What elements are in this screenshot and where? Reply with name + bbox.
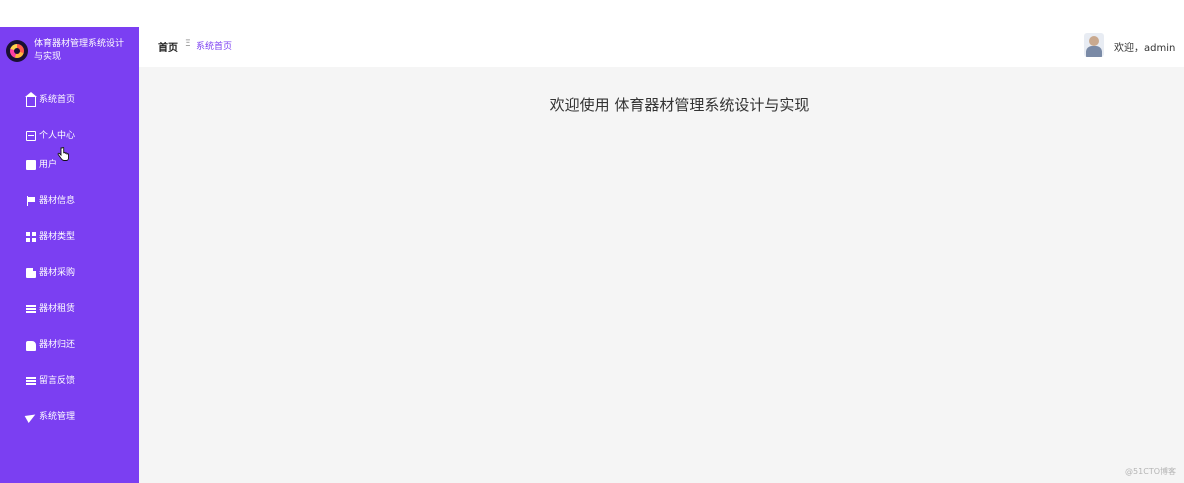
sidebar-item-label: 器材信息 bbox=[39, 196, 76, 206]
watermark: @51CTO博客 bbox=[1125, 467, 1176, 476]
breadcrumb-home[interactable]: 首页 bbox=[158, 39, 178, 54]
app-root: 体育器材管理系统设计与实现 系统首页 个人中心 用户 器材信息 器材类型 器材采… bbox=[0, 0, 1184, 483]
user-icon bbox=[26, 160, 36, 170]
breadcrumb-current[interactable]: 系统首页 bbox=[196, 39, 232, 52]
brand-title: 体育器材管理系统设计与实现 bbox=[34, 39, 125, 62]
sidebar-item-label: 器材归还 bbox=[39, 340, 76, 350]
page-title: 欢迎使用 体育器材管理系统设计与实现 bbox=[549, 96, 810, 114]
home-icon bbox=[25, 92, 37, 107]
sidebar-item-equipment-type[interactable]: 器材类型 bbox=[26, 228, 75, 246]
breadcrumb-separator: Ξ bbox=[185, 39, 191, 49]
sidebar-item-equipment-rental[interactable]: 器材租赁 bbox=[26, 300, 75, 318]
sidebar-item-system-admin[interactable]: 系统管理 bbox=[26, 408, 75, 426]
sidebar-item-label: 个人中心 bbox=[39, 131, 76, 141]
sidebar-item-equipment-purchase[interactable]: 器材采购 bbox=[26, 264, 75, 282]
thumbs-up-icon bbox=[26, 341, 36, 351]
sidebar-item-feedback[interactable]: 留言反馈 bbox=[26, 372, 75, 390]
sidebar-item-home[interactable]: 系统首页 bbox=[25, 91, 76, 109]
sidebar: 体育器材管理系统设计与实现 系统首页 个人中心 用户 器材信息 器材类型 器材采… bbox=[0, 27, 139, 483]
sidebar-item-label: 器材采购 bbox=[39, 268, 76, 278]
sidebar-item-label: 系统管理 bbox=[39, 412, 76, 422]
list-icon bbox=[26, 376, 36, 386]
sidebar-item-label: 用户 bbox=[39, 160, 58, 170]
sidebar-item-label: 留言反馈 bbox=[39, 376, 76, 386]
sidebar-item-equipment-info[interactable]: 器材信息 bbox=[26, 192, 75, 210]
shopping-bag-icon bbox=[26, 268, 36, 278]
sidebar-item-label: 器材租赁 bbox=[39, 304, 76, 314]
grid-icon bbox=[26, 232, 36, 242]
sidebar-item-label: 系统首页 bbox=[39, 95, 76, 105]
sidebar-item-equipment-return[interactable]: 器材归还 bbox=[26, 336, 75, 354]
id-card-icon bbox=[26, 131, 36, 141]
sidebar-item-profile[interactable]: 个人中心 bbox=[26, 127, 75, 145]
main-content: 欢迎使用 体育器材管理系统设计与实现 @51CTO博客 bbox=[139, 67, 1184, 483]
flag-icon bbox=[26, 196, 36, 206]
list-icon bbox=[26, 304, 36, 314]
top-header: 首页 Ξ 系统首页 欢迎，admin bbox=[139, 27, 1184, 67]
sidebar-item-users[interactable]: 用户 bbox=[26, 156, 57, 174]
avatar[interactable] bbox=[1084, 33, 1104, 57]
welcome-user[interactable]: 欢迎，admin bbox=[1114, 39, 1175, 54]
brand: 体育器材管理系统设计与实现 bbox=[0, 27, 139, 75]
logo-icon bbox=[6, 40, 28, 62]
hand-cursor-icon bbox=[57, 147, 69, 161]
send-icon bbox=[26, 412, 36, 422]
sidebar-item-label: 器材类型 bbox=[39, 232, 76, 242]
